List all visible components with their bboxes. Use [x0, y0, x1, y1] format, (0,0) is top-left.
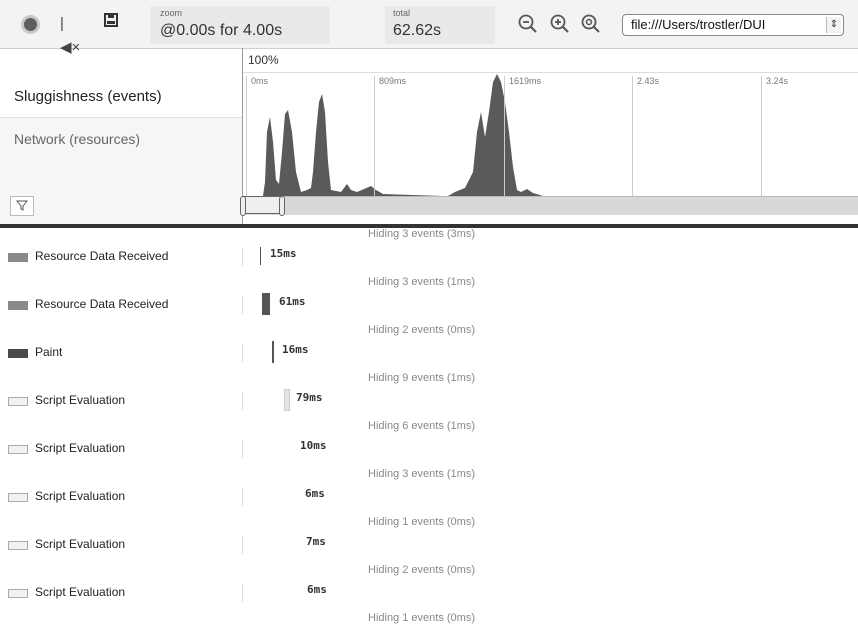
hidden-events-label: Hiding 1 events (0ms): [368, 612, 475, 624]
time-tick: 809ms: [374, 76, 406, 196]
hidden-events-label: Hiding 9 events (1ms): [368, 372, 475, 384]
event-duration: 15ms: [270, 247, 297, 260]
event-name: Paint: [35, 345, 63, 359]
row-divider: [242, 392, 243, 410]
row-divider: [242, 296, 243, 314]
event-duration: 7ms: [306, 535, 326, 548]
event-name: Script Evaluation: [35, 537, 126, 551]
event-swatch: [8, 493, 28, 502]
total-label: total: [393, 8, 411, 18]
event-swatch: [8, 445, 28, 454]
hidden-events-label: Hiding 3 events (1ms): [368, 276, 475, 288]
event-duration-bar: [262, 293, 270, 315]
list-item[interactable]: Resource Data Received 15ms Hiding 3 eve…: [0, 242, 858, 290]
zoom-value: @0.00s for 4.00s: [160, 22, 283, 39]
filter-icon: [16, 200, 28, 211]
hidden-events-label: Hiding 2 events (0ms): [368, 564, 475, 576]
event-swatch: [8, 397, 28, 406]
category-sluggishness[interactable]: Sluggishness (events): [0, 72, 242, 118]
event-duration-bar: [260, 247, 261, 265]
url-select-value: file:///Users/trostler/DUI: [631, 17, 766, 32]
list-item[interactable]: Resource Data Received 61ms Hiding 2 eve…: [0, 290, 858, 338]
hidden-events-label: Hiding 1 events (0ms): [368, 516, 475, 528]
zoom-in-button[interactable]: [549, 13, 571, 35]
zoom-label: zoom: [160, 8, 183, 18]
hidden-events-label: Hiding 3 events (3ms): [368, 228, 475, 240]
category-network[interactable]: Network (resources): [0, 118, 242, 224]
event-duration-bar: [284, 389, 290, 411]
event-swatch: [8, 349, 28, 358]
row-divider: [242, 248, 243, 266]
list-item[interactable]: Script Evaluation 6ms Hiding 1 events (0…: [0, 578, 858, 626]
overview-slider-track[interactable]: [243, 196, 858, 215]
filter-button[interactable]: [10, 196, 34, 216]
zoom-readout: zoom @0.00s for 4.00s: [150, 6, 330, 44]
hidden-events-label: Hiding 6 events (1ms): [368, 420, 475, 432]
zoom-percent: 100%: [248, 53, 279, 67]
event-name: Script Evaluation: [35, 489, 126, 503]
zoom-reset-icon: [581, 14, 600, 33]
total-value: 62.62s: [393, 22, 442, 39]
event-name: Resource Data Received: [35, 297, 169, 311]
event-swatch: [8, 541, 28, 550]
save-button[interactable]: [103, 12, 127, 36]
time-tick: 3.24s: [761, 76, 788, 196]
event-name: Script Evaluation: [35, 441, 126, 455]
total-readout: total 62.62s: [385, 6, 495, 44]
left-window-handle[interactable]: [240, 196, 246, 216]
time-tick: 1619ms: [504, 76, 541, 196]
list-item[interactable]: Paint 16ms Hiding 9 events (1ms): [0, 338, 858, 386]
event-swatch: [8, 589, 28, 598]
clear-button[interactable]: |◀×: [60, 12, 84, 56]
clear-icon: |◀×: [60, 15, 81, 56]
event-duration: 10ms: [300, 439, 327, 452]
event-name: Script Evaluation: [35, 585, 126, 599]
record-icon: [24, 18, 37, 31]
event-duration: 79ms: [296, 391, 323, 404]
time-tick: 2.43s: [632, 76, 659, 196]
zoom-out-button[interactable]: [517, 13, 539, 35]
list-item[interactable]: Script Evaluation 10ms Hiding 3 events (…: [0, 434, 858, 482]
row-divider: [242, 344, 243, 362]
row-divider: [242, 488, 243, 506]
event-duration-bar: [272, 341, 274, 363]
category-network-label: Network (resources): [14, 131, 141, 147]
event-duration: 6ms: [305, 487, 325, 500]
list-item[interactable]: Script Evaluation 7ms Hiding 2 events (0…: [0, 530, 858, 578]
list-item[interactable]: Script Evaluation 79ms Hiding 6 events (…: [0, 386, 858, 434]
url-select[interactable]: file:///Users/trostler/DUI ⇕: [622, 14, 844, 36]
event-duration: 6ms: [307, 583, 327, 596]
save-icon: [104, 13, 118, 27]
zoom-reset-button[interactable]: [580, 13, 602, 35]
toolbar: |◀× zoom @0.00s for 4.00s total 62.62s f…: [0, 0, 858, 56]
record-button[interactable]: [18, 12, 42, 36]
zoom-in-icon: [550, 14, 569, 33]
right-window-handle[interactable]: [279, 196, 285, 216]
list-item[interactable]: Script Evaluation 6ms Hiding 1 events (0…: [0, 482, 858, 530]
time-tick: 0ms: [246, 76, 268, 196]
zoom-out-icon: [518, 14, 537, 33]
chevron-updown-icon: ⇕: [826, 17, 841, 33]
event-swatch: [8, 301, 28, 310]
event-duration: 61ms: [279, 295, 306, 308]
overview-window[interactable]: [243, 196, 283, 214]
events-list: Hiding 3 events (3ms) Resource Data Rece…: [0, 228, 858, 631]
row-divider: [242, 440, 243, 458]
zoom-percent-row: 100%: [242, 50, 858, 73]
hidden-events-label: Hiding 2 events (0ms): [368, 324, 475, 336]
row-divider: [242, 584, 243, 602]
event-duration: 16ms: [282, 343, 309, 356]
category-sluggishness-label: Sluggishness (events): [14, 88, 162, 105]
event-name: Script Evaluation: [35, 393, 126, 407]
event-name: Resource Data Received: [35, 249, 169, 263]
overview-categories: Sluggishness (events) Network (resources…: [0, 72, 242, 224]
hidden-events-label: Hiding 3 events (1ms): [368, 468, 475, 480]
row-divider: [242, 536, 243, 554]
event-swatch: [8, 253, 28, 262]
